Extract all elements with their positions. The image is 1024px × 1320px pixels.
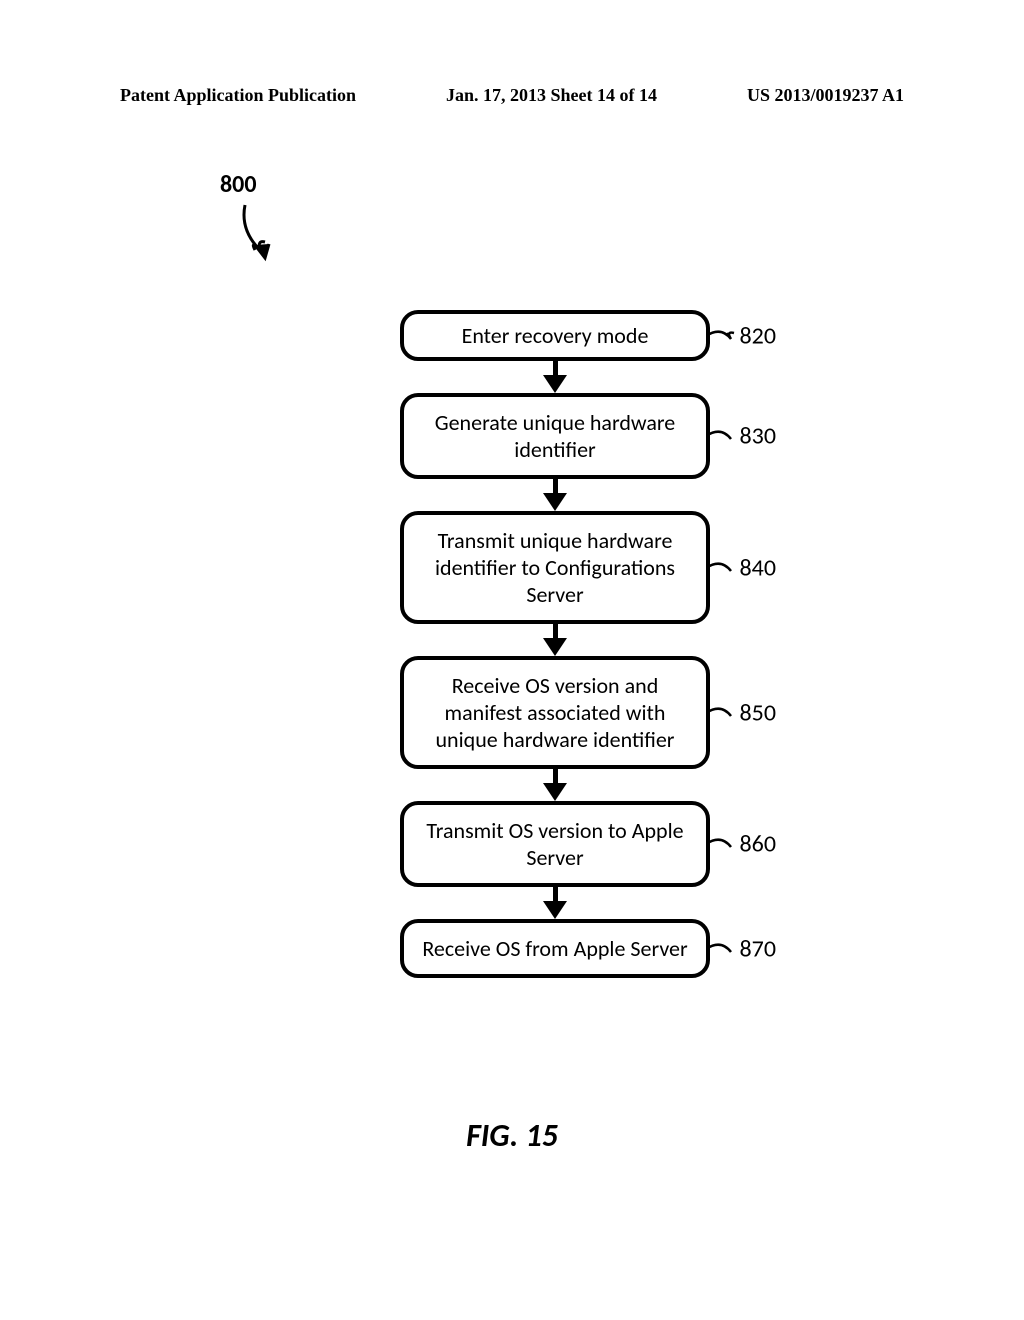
figure-title: FIG. 15 <box>0 1116 1024 1155</box>
arrow-down-icon <box>380 361 730 393</box>
flowchart-container: Enter recovery mode 820 Generate unique … <box>380 310 880 978</box>
connector-icon <box>706 698 744 728</box>
step-number: 850 <box>740 698 777 727</box>
figure-reference: 800 <box>220 170 257 199</box>
connector-icon <box>706 421 744 451</box>
arrow-down-icon <box>380 624 730 656</box>
flow-step-830: Generate unique hardware identifier 830 <box>400 393 710 479</box>
step-number: 820 <box>740 321 777 350</box>
step-number: 830 <box>740 422 777 451</box>
header-right: US 2013/0019237 A1 <box>747 85 904 106</box>
header-center: Jan. 17, 2013 Sheet 14 of 14 <box>446 85 657 106</box>
step-text: Enter recovery mode <box>462 322 649 349</box>
step-text: Receive OS version and manifest associat… <box>436 672 675 753</box>
arrow-down-icon <box>380 479 730 511</box>
flow-step-860: Transmit OS version to Apple Server 860 <box>400 801 710 887</box>
header-left: Patent Application Publication <box>120 85 356 106</box>
connector-icon <box>706 829 744 859</box>
flow-step-870: Receive OS from Apple Server 870 <box>400 919 710 978</box>
arrow-down-icon <box>380 769 730 801</box>
flow-step-840: Transmit unique hardware identifier to C… <box>400 511 710 624</box>
step-text: Generate unique hardware identifier <box>435 409 676 463</box>
flow-step-850: Receive OS version and manifest associat… <box>400 656 710 769</box>
flow-step-820: Enter recovery mode 820 <box>400 310 710 361</box>
reference-arrow-icon <box>235 200 295 270</box>
step-number: 840 <box>740 553 777 582</box>
arrow-down-icon <box>380 887 730 919</box>
connector-icon <box>706 934 744 964</box>
step-number: 870 <box>740 934 777 963</box>
connector-icon <box>706 553 744 583</box>
step-text: Transmit OS version to Apple Server <box>426 817 683 871</box>
step-text: Transmit unique hardware identifier to C… <box>435 527 675 608</box>
page-header: Patent Application Publication Jan. 17, … <box>0 85 1024 106</box>
step-text: Receive OS from Apple Server <box>422 935 687 962</box>
step-number: 860 <box>740 830 777 859</box>
connector-icon <box>706 321 744 351</box>
